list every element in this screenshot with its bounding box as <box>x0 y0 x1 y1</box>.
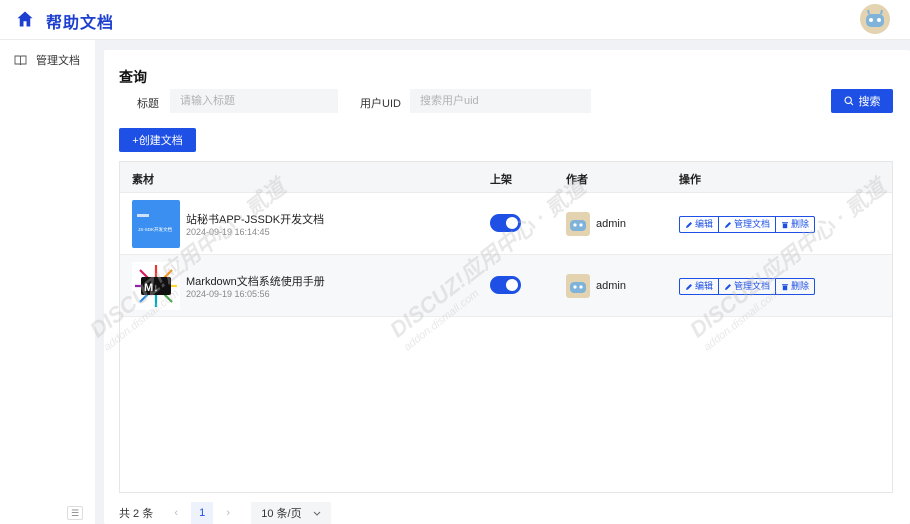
header-material: 素材 <box>132 174 154 186</box>
pencil-icon <box>725 221 732 228</box>
doc-thumbnail[interactable]: M↓ <box>132 262 180 310</box>
table-row: M↓ Markdown文档系统使用手册 2024-09-19 16:05:56 … <box>120 255 892 317</box>
uid-label: 用户UID <box>360 98 401 110</box>
edit-button[interactable]: 编辑 <box>680 279 720 294</box>
manage-doc-button[interactable]: 管理文档 <box>719 217 777 232</box>
delete-button[interactable]: 删除 <box>776 217 814 232</box>
docs-table: 素材 上架 作者 操作 JS-SDK开发文档 站秘书APP-JSSDK开发文档 … <box>119 161 893 493</box>
trash-icon <box>782 221 789 228</box>
author-name: admin <box>596 218 626 230</box>
pencil-icon <box>686 283 692 290</box>
create-doc-label: +创建文档 <box>132 135 183 147</box>
prev-page-icon[interactable]: ‹ <box>165 507 187 519</box>
delete-button[interactable]: 删除 <box>776 279 814 294</box>
doc-title[interactable]: 站秘书APP-JSSDK开发文档 <box>186 211 324 227</box>
row-actions: 编辑 管理文档 删除 <box>679 216 816 233</box>
table-header: 素材 上架 作者 操作 <box>120 162 892 193</box>
doc-title[interactable]: Markdown文档系统使用手册 <box>186 273 325 289</box>
top-bar: 帮助文档 <box>0 0 910 40</box>
pagination: 共 2 条 ‹ 1 › 10 条/页 <box>119 502 332 524</box>
doc-thumbnail[interactable]: JS-SDK开发文档 <box>132 200 180 248</box>
home-icon[interactable] <box>16 10 34 28</box>
user-avatar[interactable] <box>860 4 890 34</box>
author-name: admin <box>596 280 626 292</box>
search-button-label: 搜索 <box>858 96 881 108</box>
robot-avatar-icon <box>570 282 586 293</box>
robot-avatar-icon <box>570 220 586 231</box>
header-actions: 操作 <box>679 174 701 186</box>
title-label: 标题 <box>137 98 159 110</box>
table-row: JS-SDK开发文档 站秘书APP-JSSDK开发文档 2024-09-19 1… <box>120 193 892 255</box>
doc-date: 2024-09-19 16:05:56 <box>186 289 270 299</box>
svg-text:M↓: M↓ <box>144 282 159 294</box>
row-actions: 编辑 管理文档 删除 <box>679 278 816 295</box>
listed-toggle[interactable] <box>490 214 521 232</box>
chevron-down-icon <box>313 511 321 516</box>
author-avatar <box>566 212 590 236</box>
uid-search-input[interactable] <box>410 89 591 113</box>
header-listed: 上架 <box>490 174 512 186</box>
page-size-value: 10 条/页 <box>261 508 302 520</box>
header-author: 作者 <box>566 174 588 186</box>
manage-doc-button[interactable]: 管理文档 <box>719 279 777 294</box>
next-page-icon[interactable]: › <box>217 507 239 519</box>
page-number[interactable]: 1 <box>191 502 214 524</box>
svg-text:JS-SDK开发文档: JS-SDK开发文档 <box>138 226 173 233</box>
create-doc-button[interactable]: +创建文档 <box>119 128 196 152</box>
sidebar-item-label: 管理文档 <box>36 55 80 67</box>
robot-avatar-icon <box>866 9 884 27</box>
pagination-total: 共 2 条 <box>119 508 154 520</box>
page-size-select[interactable]: 10 条/页 <box>251 502 332 524</box>
book-open-icon <box>14 55 27 65</box>
edit-button[interactable]: 编辑 <box>680 217 720 232</box>
main-content: 查询 标题 用户UID 搜索 +创建文档 素材 上架 作者 操作 JS-SDK开… <box>104 50 910 524</box>
app-title: 帮助文档 <box>46 15 115 32</box>
author-avatar <box>566 274 590 298</box>
pencil-icon <box>686 221 692 228</box>
listed-toggle[interactable] <box>490 276 521 294</box>
trash-icon <box>782 283 789 290</box>
pencil-icon <box>725 283 732 290</box>
doc-date: 2024-09-19 16:14:45 <box>186 227 270 237</box>
title-search-input[interactable] <box>170 89 338 113</box>
search-button[interactable]: 搜索 <box>831 89 893 113</box>
sidebar: 管理文档 ☰ <box>0 40 95 524</box>
sidebar-item-manage-docs[interactable]: 管理文档 <box>14 52 80 68</box>
query-title: 查询 <box>119 69 147 85</box>
collapse-icon[interactable]: ☰ <box>67 506 83 520</box>
search-icon <box>843 96 853 106</box>
